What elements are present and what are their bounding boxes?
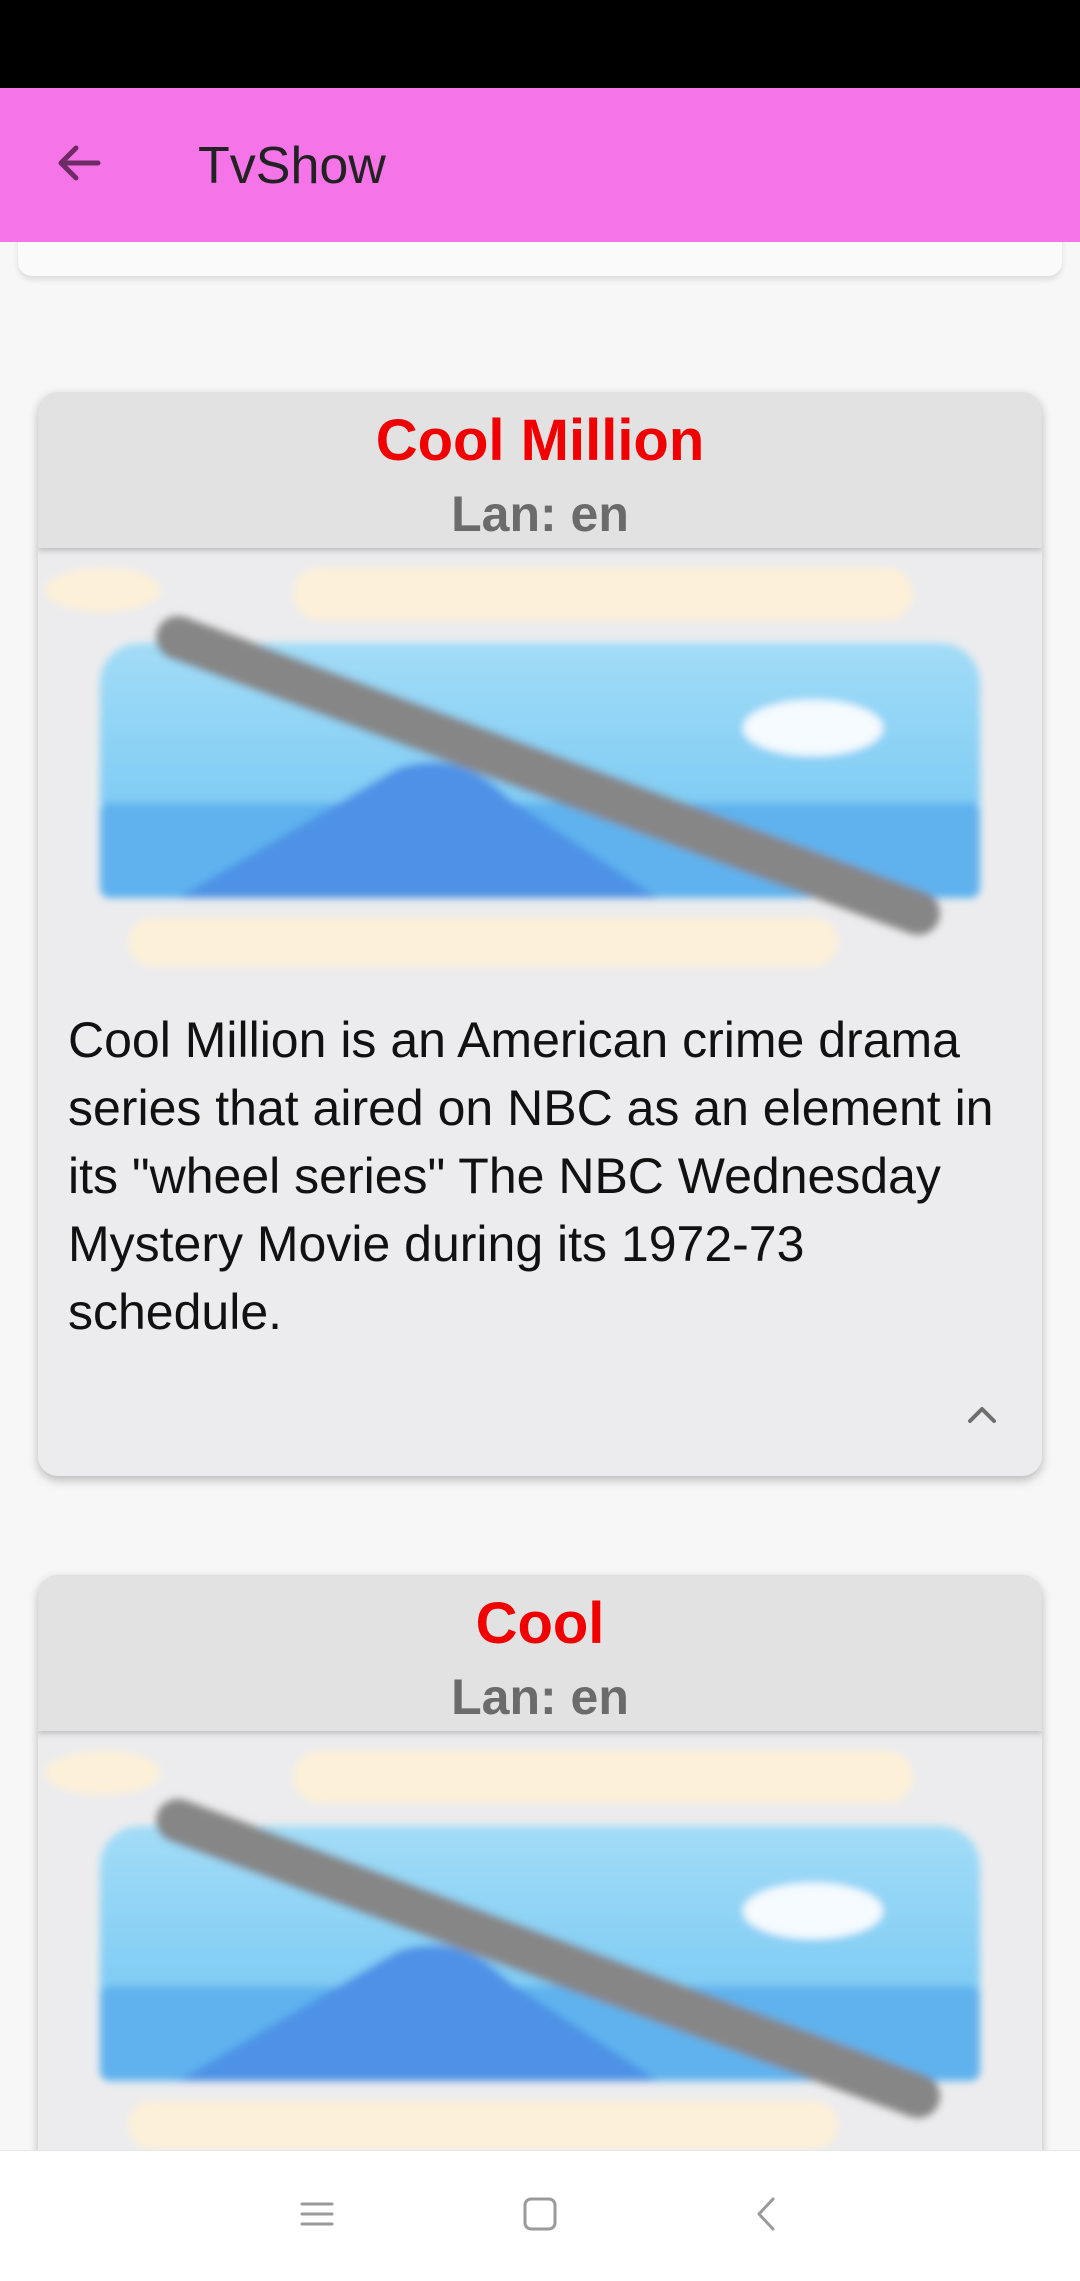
show-language: Lan: en	[451, 1669, 629, 1725]
back-button[interactable]	[40, 127, 116, 203]
system-nav-bar	[0, 2150, 1080, 2281]
show-description: Cool Million is an American crime drama …	[68, 1012, 994, 1340]
show-title: Cool	[475, 1591, 605, 1656]
chevron-up-icon	[962, 1394, 1002, 1439]
home-square-icon	[520, 2194, 560, 2239]
show-title: Cool Million	[375, 408, 705, 473]
system-back-button[interactable]	[737, 2186, 797, 2246]
show-image	[38, 548, 1042, 988]
menu-icon	[297, 2194, 337, 2239]
show-language: Lan: en	[451, 486, 629, 542]
status-bar	[0, 0, 1080, 88]
previous-card-edge	[18, 242, 1062, 276]
recent-apps-button[interactable]	[287, 2186, 347, 2246]
nav-back-icon	[747, 2194, 787, 2239]
show-image	[38, 1731, 1042, 2150]
show-card[interactable]: Cool Lan: en	[38, 1575, 1042, 2150]
card-header: Cool Lan: en	[38, 1575, 1042, 1731]
collapse-button[interactable]	[952, 1386, 1012, 1446]
card-header: Cool Million Lan: en	[38, 392, 1042, 548]
home-button[interactable]	[510, 2186, 570, 2246]
show-list[interactable]: Cool Million Lan: en Cool Million is an …	[0, 242, 1080, 2150]
show-card[interactable]: Cool Million Lan: en Cool Million is an …	[38, 392, 1042, 1476]
app-bar: TvShow	[0, 88, 1080, 242]
page-title: TvShow	[198, 137, 386, 195]
arrow-back-icon	[52, 137, 104, 194]
